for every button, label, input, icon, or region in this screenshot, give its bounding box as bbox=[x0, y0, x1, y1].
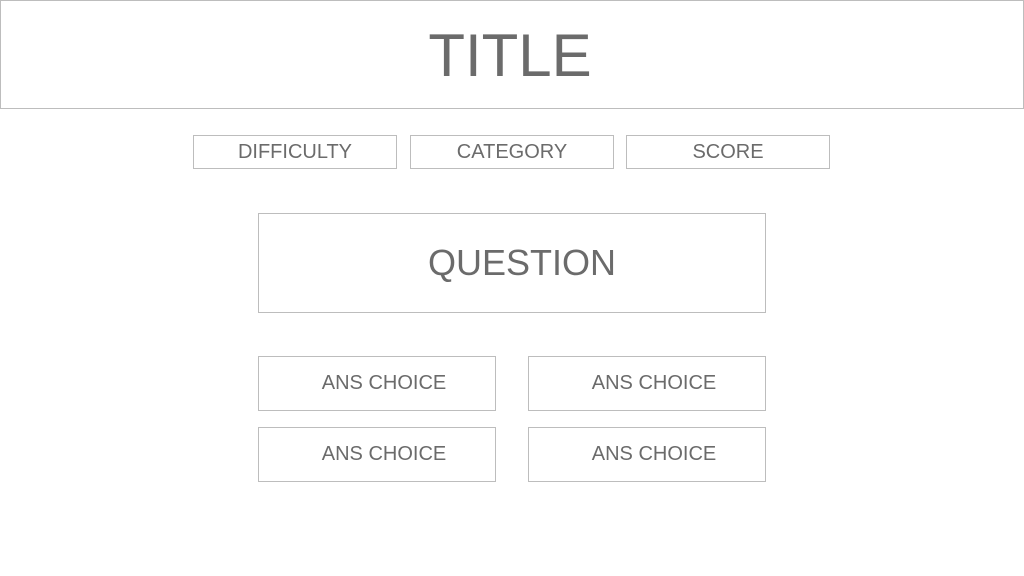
score-box: SCORE bbox=[626, 135, 830, 169]
difficulty-box: DIFFICULTY bbox=[193, 135, 397, 169]
answer-choice-button-1[interactable]: ANS CHOICE bbox=[258, 356, 496, 411]
answer-choice-label: ANS CHOICE bbox=[591, 443, 717, 465]
answer-choice-label: ANS CHOICE bbox=[321, 372, 447, 394]
category-label: CATEGORY bbox=[456, 140, 568, 163]
score-label: SCORE bbox=[692, 140, 764, 163]
page-title: TITLE bbox=[428, 22, 592, 89]
answer-choice-button-3[interactable]: ANS CHOICE bbox=[258, 427, 496, 482]
answer-choice-label: ANS CHOICE bbox=[591, 372, 717, 394]
answer-choice-button-2[interactable]: ANS CHOICE bbox=[528, 356, 766, 411]
title-bar: TITLE bbox=[0, 0, 1024, 109]
question-text: QUESTION bbox=[427, 242, 616, 283]
difficulty-label: DIFFICULTY bbox=[237, 140, 353, 163]
answer-choice-label: ANS CHOICE bbox=[321, 443, 447, 465]
question-box: QUESTION bbox=[258, 213, 766, 313]
category-box: CATEGORY bbox=[410, 135, 614, 169]
answer-choice-button-4[interactable]: ANS CHOICE bbox=[528, 427, 766, 482]
